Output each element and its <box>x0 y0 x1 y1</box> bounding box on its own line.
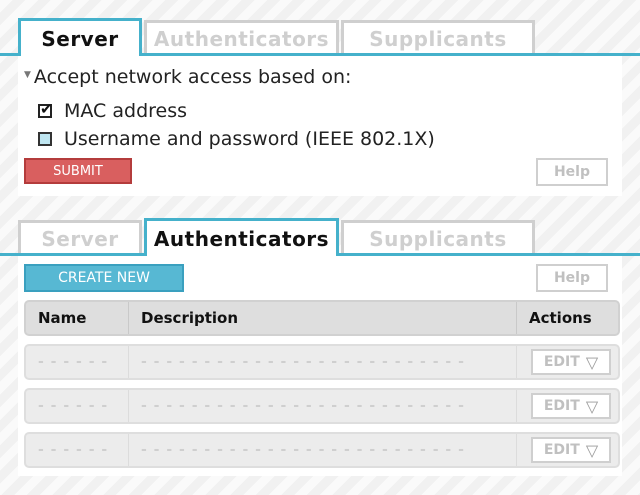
server-panel: Server Authenticators Supplicants ▼ Acce… <box>0 18 640 196</box>
triangle-down-icon: ▽ <box>585 396 599 416</box>
authenticators-panel: Server Authenticators Supplicants CREATE… <box>0 218 640 476</box>
triangle-down-icon: ▽ <box>585 352 599 372</box>
tab-authenticators[interactable]: Authenticators <box>144 20 339 54</box>
edit-dropdown-button[interactable]: EDIT ▽ <box>531 437 611 463</box>
help-button[interactable]: Help <box>536 158 608 186</box>
row-actions: EDIT ▽ <box>517 390 618 422</box>
column-header-name: Name <box>26 302 129 334</box>
tab-bar: Server Authenticators Supplicants <box>0 18 640 56</box>
tab-authenticators[interactable]: Authenticators <box>144 218 339 256</box>
help-button[interactable]: Help <box>536 264 608 292</box>
tab-supplicants[interactable]: Supplicants <box>341 220 535 254</box>
row-name: - - - - - - <box>26 390 129 422</box>
edit-dropdown-button[interactable]: EDIT ▽ <box>531 349 611 375</box>
edit-label: EDIT <box>543 354 580 370</box>
caret-down-icon[interactable]: ▼ <box>24 70 31 80</box>
row-description: - - - - - - - - - - - - - - - - - - - - … <box>129 434 517 466</box>
row-description: - - - - - - - - - - - - - - - - - - - - … <box>129 346 517 378</box>
row-actions: EDIT ▽ <box>517 346 618 378</box>
tab-server[interactable]: Server <box>18 18 142 56</box>
table-header: Name Description Actions <box>24 300 620 336</box>
edit-dropdown-button[interactable]: EDIT ▽ <box>531 393 611 419</box>
tab-supplicants[interactable]: Supplicants <box>341 20 535 54</box>
tab-bar: Server Authenticators Supplicants <box>0 218 640 256</box>
row-actions: EDIT ▽ <box>517 434 618 466</box>
row-name: - - - - - - <box>26 434 129 466</box>
triangle-down-icon: ▽ <box>585 440 599 460</box>
section-title-text: Accept network access based on: <box>33 66 352 88</box>
table-row: - - - - - - - - - - - - - - - - - - - - … <box>24 432 620 468</box>
username-password-label: Username and password (IEEE 802.1X) <box>64 128 435 150</box>
row-name: - - - - - - <box>26 346 129 378</box>
column-header-description: Description <box>129 302 517 334</box>
edit-label: EDIT <box>543 398 580 414</box>
server-panel-body: ▼ Accept network access based on: MAC ad… <box>18 56 622 196</box>
table-row: - - - - - - - - - - - - - - - - - - - - … <box>24 388 620 424</box>
column-header-actions: Actions <box>529 309 592 327</box>
submit-button[interactable]: SUBMIT <box>24 158 132 184</box>
create-new-button[interactable]: CREATE NEW <box>24 264 184 292</box>
authenticators-panel-body: CREATE NEW Help Name Description Actions… <box>18 256 622 476</box>
row-description: - - - - - - - - - - - - - - - - - - - - … <box>129 390 517 422</box>
username-password-option[interactable]: Username and password (IEEE 802.1X) <box>38 128 435 150</box>
tab-server[interactable]: Server <box>18 220 142 254</box>
mac-address-label: MAC address <box>64 100 188 122</box>
edit-label: EDIT <box>543 442 580 458</box>
checkbox-checked-icon[interactable] <box>38 100 53 118</box>
section-heading[interactable]: ▼ Accept network access based on: <box>24 66 351 88</box>
checkbox-unchecked-icon[interactable] <box>38 132 52 146</box>
table-row: - - - - - - - - - - - - - - - - - - - - … <box>24 344 620 380</box>
authenticators-table: Name Description Actions - - - - - - - -… <box>24 300 620 468</box>
mac-address-option[interactable]: MAC address <box>38 100 187 122</box>
